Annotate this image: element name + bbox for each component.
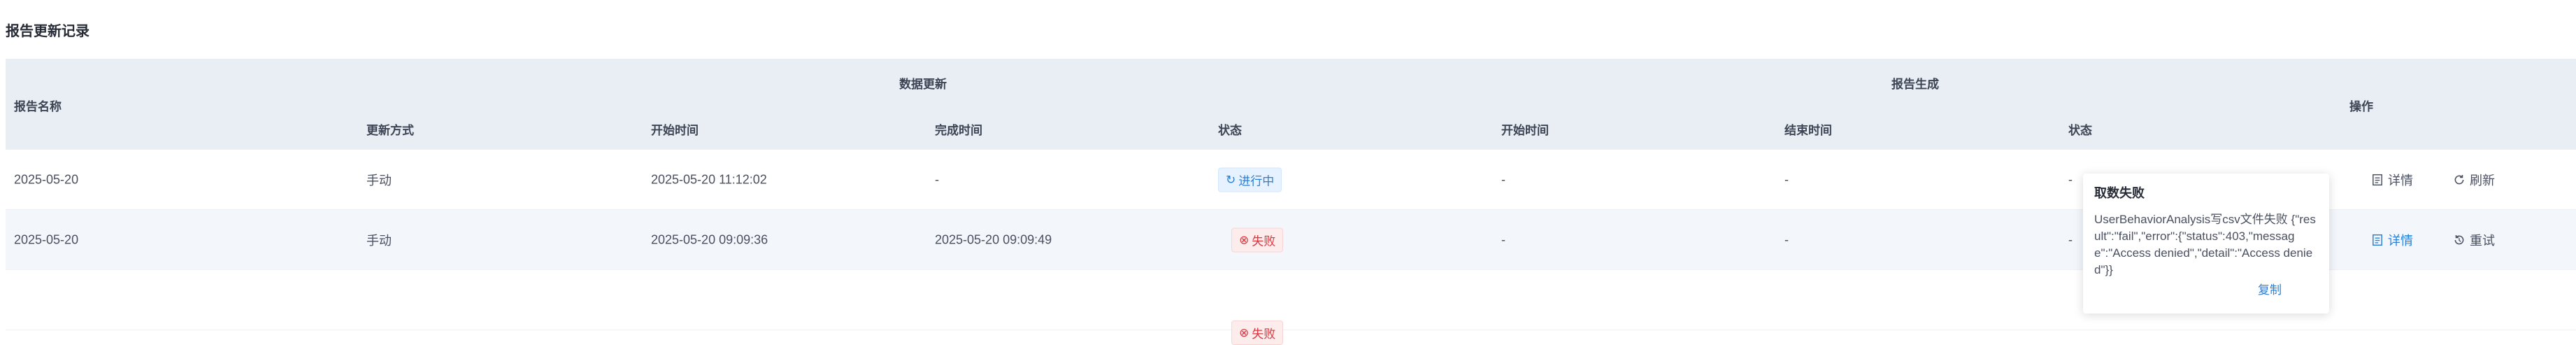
error-popover: 取数失败 UserBehaviorAnalysis写csv文件失败 {"resu… (2083, 174, 2329, 314)
cell-gen-start-time: - (1501, 172, 1505, 186)
status-label: 失败 (1252, 234, 1276, 248)
retry-label: 重试 (2470, 233, 2495, 248)
error-icon: ⊗ (1239, 326, 1250, 339)
cell-start-time: 2025-05-20 11:12:02 (651, 172, 767, 186)
detail-button[interactable]: 详情 (2371, 231, 2413, 249)
cell-report-name: 2025-05-20 (14, 172, 79, 186)
refresh-label: 刷新 (2470, 173, 2495, 188)
status-badge: ⊗ 失败 (1231, 227, 1284, 252)
refresh-icon: ↻ (1226, 173, 1236, 186)
cell-update-method: 手动 (366, 173, 392, 188)
refresh-icon (2454, 174, 2464, 184)
cell-update-method: 手动 (366, 233, 392, 248)
header-actions: 操作 (2349, 100, 2373, 113)
cell-start-time: 2025-05-20 09:09:36 (651, 232, 768, 246)
cell-finish-time: 2025-05-20 09:09:49 (935, 232, 1052, 246)
status-badge: ↻ 进行中 (1218, 167, 1282, 192)
retry-icon (2454, 234, 2464, 244)
header-gen-status: 状态 (2068, 124, 2092, 137)
detail-button[interactable]: 详情 (2371, 171, 2413, 189)
retry-button[interactable]: 重试 (2453, 231, 2495, 249)
header-start-time: 开始时间 (651, 124, 699, 137)
document-icon (2373, 234, 2382, 246)
status-label: 进行中 (1238, 174, 1275, 188)
detail-label: 详情 (2388, 233, 2413, 248)
cell-gen-end-time: - (1784, 172, 1789, 186)
table-header: 报告名称 数据更新 报告生成 操作 更新方式 开始时间 完成时间 状态 开始时间… (6, 59, 2576, 150)
error-icon: ⊗ (1239, 233, 1250, 246)
popover-title: 取数失败 (2094, 186, 2145, 200)
header-data-update: 数据更新 (899, 78, 947, 91)
page-title: 报告更新记录 (6, 24, 90, 39)
header-report-gen: 报告生成 (1891, 78, 1939, 91)
status-label: 失败 (1252, 328, 1276, 341)
cell-report-name: 2025-05-20 (14, 232, 79, 246)
copy-button[interactable]: 复制 (2258, 280, 2282, 297)
header-update-method: 更新方式 (366, 124, 414, 137)
header-gen-end-time: 结束时间 (1784, 124, 1832, 137)
header-gen-start-time: 开始时间 (1501, 124, 1549, 137)
document-icon (2373, 174, 2382, 185)
header-report-name: 报告名称 (14, 100, 62, 113)
header-status: 状态 (1218, 124, 1242, 137)
status-badge: ⊗ 失败 (1231, 321, 1284, 345)
cell-finish-time: - (935, 172, 939, 186)
cell-gen-end-time: - (1784, 232, 1789, 246)
popover-message: UserBehaviorAnalysis写csv文件失败 {"result":"… (2094, 213, 2316, 276)
header-finish-time: 完成时间 (935, 124, 982, 137)
cell-gen-start-time: - (1501, 232, 1505, 246)
cell-gen-status: - (2068, 232, 2073, 246)
cell-gen-status: - (2068, 172, 2073, 186)
refresh-button[interactable]: 刷新 (2453, 171, 2495, 189)
detail-label: 详情 (2388, 173, 2413, 188)
